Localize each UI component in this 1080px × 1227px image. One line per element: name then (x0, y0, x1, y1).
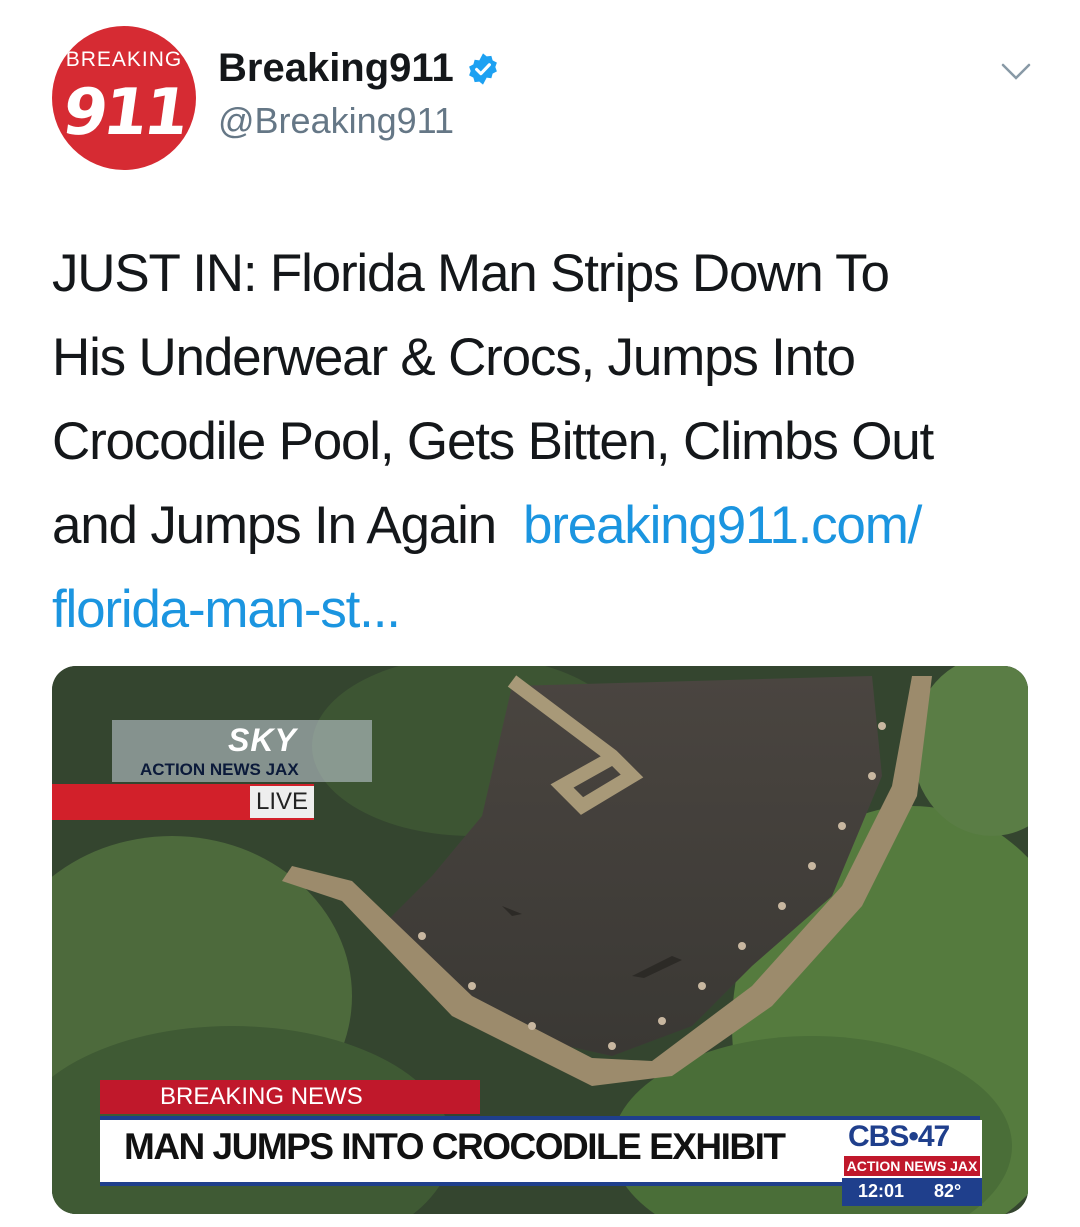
chevron-down-icon[interactable] (1000, 62, 1032, 82)
avatar-tag: BREAKING (65, 48, 183, 71)
sky-subtitle: ACTION NEWS JAX (140, 760, 299, 779)
temperature: 82° (934, 1181, 962, 1201)
tweet-text: JUST IN: Florida Man Strips Down To His … (52, 232, 1042, 652)
tweet-link-part2[interactable]: florida-man-st... (52, 580, 401, 639)
tweet-link-part1[interactable]: breaking911.com/ (523, 496, 922, 555)
breaking-news-label: BREAKING NEWS (100, 1080, 480, 1114)
tweet-line: JUST IN: Florida Man Strips Down To (52, 244, 890, 303)
avatar[interactable]: BREAKING 911 (52, 26, 196, 170)
news-headline: MAN JUMPS INTO CROCODILE EXHIBIT (124, 1126, 786, 1167)
author-name[interactable]: Breaking911 (218, 46, 454, 91)
tweet-line: Crocodile Pool, Gets Bitten, Climbs Out (52, 412, 934, 471)
station-logo: CBS•47 (848, 1120, 950, 1153)
tweet-media-image[interactable]: SKY ACTION NEWS JAX LIVE BREAKING NEWS M… (52, 666, 1028, 1214)
broadcast-time: 12:01 (858, 1181, 905, 1201)
avatar-number: 911 (58, 76, 190, 150)
sky-logo: SKY (228, 722, 297, 758)
verified-badge-icon (469, 53, 497, 85)
live-badge: LIVE (250, 786, 314, 818)
station-subtitle: ACTION NEWS JAX (844, 1156, 980, 1176)
tweet-line: His Underwear & Crocs, Jumps Into (52, 328, 856, 387)
author-handle[interactable]: @Breaking911 (218, 100, 454, 142)
tweet-line: and Jumps In Again (52, 496, 497, 555)
